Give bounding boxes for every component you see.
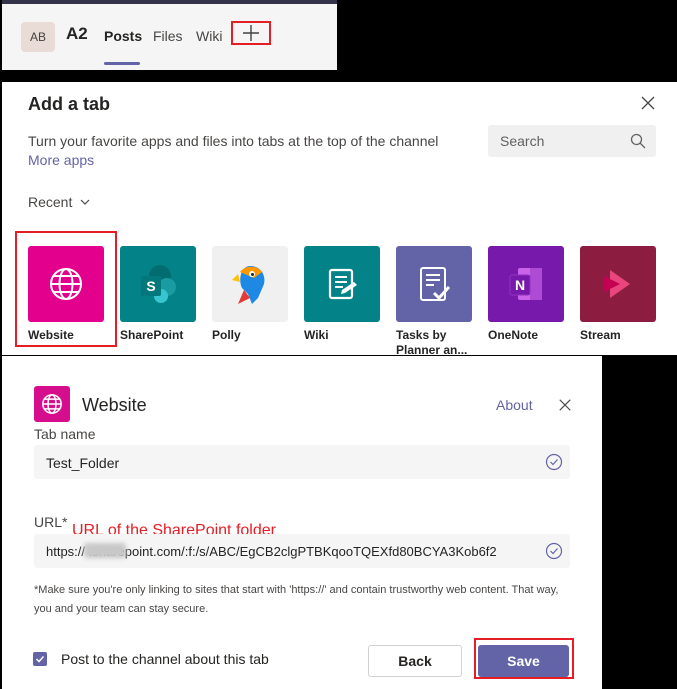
recent-dropdown[interactable]: Recent	[28, 194, 72, 210]
app-polly[interactable]: Polly	[212, 246, 292, 343]
check-circle-icon	[545, 542, 563, 560]
active-tab-indicator	[104, 62, 140, 65]
search-icon	[630, 133, 646, 149]
app-label: Polly	[212, 328, 241, 342]
tab-wiki[interactable]: Wiki	[196, 28, 222, 44]
app-wiki[interactable]: Wiki	[304, 246, 384, 343]
tab-name-input[interactable]: Test_Folder	[34, 445, 570, 479]
add-tab-dialog: Add a tab Turn your favorite apps and fi…	[2, 82, 677, 358]
website-logo	[34, 386, 70, 422]
close-icon[interactable]	[640, 95, 656, 111]
dialog-description: Turn your favorite apps and files into t…	[28, 133, 439, 149]
app-label: SharePoint	[120, 328, 184, 342]
app-tile[interactable]	[212, 246, 288, 322]
tab-files[interactable]: Files	[153, 28, 183, 44]
globe-icon	[42, 394, 62, 414]
post-to-channel-checkbox[interactable]	[33, 652, 47, 666]
plus-icon	[243, 25, 259, 41]
annotation-highlight-website	[15, 231, 117, 347]
search-input[interactable]: Search	[500, 133, 544, 149]
checkmark-icon	[35, 655, 45, 663]
back-button[interactable]: Back	[368, 645, 462, 677]
dialog-title: Website	[82, 395, 147, 415]
app-label: Stream	[580, 328, 621, 342]
chevron-down-icon[interactable]	[80, 198, 90, 206]
app-onenote[interactable]: N OneNote	[488, 246, 568, 343]
security-note: *Make sure you're only linking to sites …	[34, 584, 559, 615]
more-apps-link[interactable]: More apps	[28, 152, 94, 168]
app-tile[interactable]: N	[488, 246, 564, 322]
annotation-highlight-save	[474, 638, 574, 679]
website-config-dialog: Website About Tab name Test_Folder URL* …	[2, 356, 602, 689]
check-circle-icon	[545, 453, 563, 471]
tasks-icon	[420, 267, 451, 301]
wiki-icon	[328, 268, 357, 300]
stream-icon	[604, 270, 630, 298]
post-to-channel-label[interactable]: Post to the channel about this tab	[61, 651, 269, 667]
url-label: URL*	[34, 514, 68, 530]
tab-name-value[interactable]: Test_Folder	[46, 455, 119, 471]
close-icon[interactable]	[558, 398, 572, 412]
app-stream[interactable]: Stream	[580, 246, 660, 343]
app-tile[interactable]: S	[120, 246, 196, 322]
app-tasks-by-planner[interactable]: Tasks by Planner an...	[396, 246, 476, 358]
svg-text:N: N	[515, 277, 525, 293]
onenote-icon: N	[509, 268, 542, 300]
url-input[interactable]: https:// .sharepoint.com/:f:/s/ABC/EgCB2…	[34, 534, 570, 568]
parrot-icon	[232, 266, 265, 304]
app-tile[interactable]	[304, 246, 380, 322]
app-label: Wiki	[304, 328, 329, 342]
app-tile[interactable]	[580, 246, 656, 322]
channel-name: A2	[66, 24, 88, 43]
app-label: OneNote	[488, 328, 539, 342]
redacted-text	[84, 543, 126, 558]
avatar[interactable]: AB	[21, 22, 55, 52]
svg-text:S: S	[146, 278, 155, 294]
tab-posts[interactable]: Posts	[104, 28, 142, 44]
app-label: Tasks by Planner an...	[396, 328, 468, 357]
app-sharepoint[interactable]: S SharePoint	[120, 246, 200, 343]
add-tab-button[interactable]	[231, 21, 271, 45]
about-link[interactable]: About	[496, 397, 533, 413]
sharepoint-icon: S	[141, 265, 176, 303]
dialog-title: Add a tab	[28, 94, 111, 114]
search-box[interactable]: Search	[488, 125, 656, 157]
app-tile[interactable]	[396, 246, 472, 322]
tab-name-label: Tab name	[34, 426, 96, 442]
